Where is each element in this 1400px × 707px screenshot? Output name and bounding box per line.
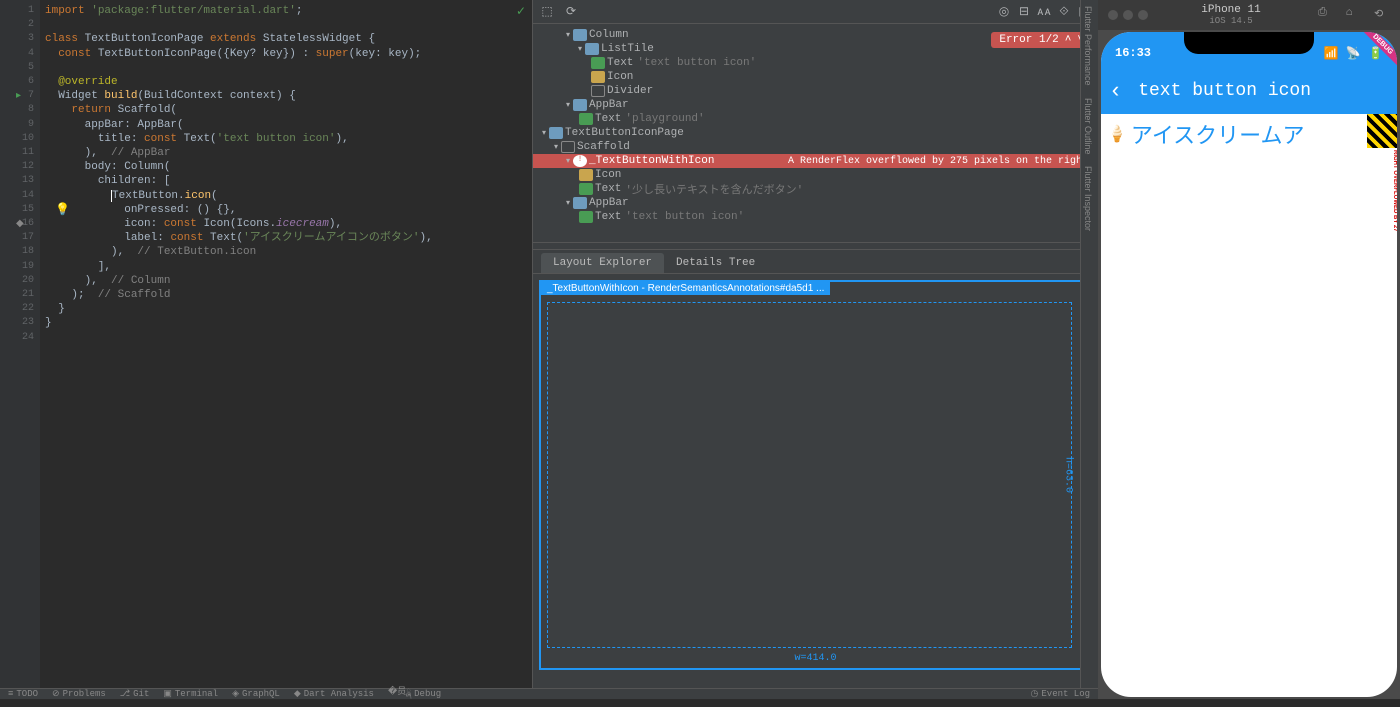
- error-icon: !: [573, 155, 587, 167]
- status-time: 16:33: [1115, 46, 1151, 60]
- code-area[interactable]: import 'package:flutter/material.dart'; …: [45, 4, 433, 331]
- icon-icon: [591, 71, 605, 83]
- tool-icon-3[interactable]: ᴀᴀ: [1036, 4, 1052, 20]
- tool-icon-2[interactable]: ⊟: [1016, 4, 1032, 20]
- tab-details-tree[interactable]: Details Tree: [664, 253, 767, 273]
- back-icon[interactable]: ‹: [1109, 79, 1122, 104]
- simulator-pane: iPhone 11 iOS 14.5 ⎙ ⌂ ⟲ 16:33 📶 📡 🔋 ‹ t…: [1098, 0, 1400, 699]
- app-body: 🍦 アイスクリームア RIGHT OVERFLOWED BY 27: [1101, 114, 1397, 674]
- widget-tree[interactable]: ▾Column ▾ListTile Text'text button icon'…: [533, 24, 1098, 242]
- chevron-down-icon[interactable]: ▾: [563, 30, 573, 40]
- bb-graphql[interactable]: ◈ GraphQL: [232, 689, 280, 699]
- debug-banner: [1347, 32, 1397, 82]
- bb-dart-analysis[interactable]: ◆ Dart Analysis: [294, 689, 374, 699]
- chevron-down-icon[interactable]: ▾: [539, 128, 549, 138]
- layout-explorer[interactable]: _TextButtonWithIcon - RenderSemanticsAnn…: [533, 274, 1098, 688]
- text-icon: [579, 183, 593, 195]
- text-icon: [579, 211, 593, 223]
- window-controls[interactable]: [1108, 10, 1148, 20]
- text-icon: [591, 57, 605, 69]
- icecream-icon: 🍦: [1107, 124, 1127, 144]
- right-tool-rail: Flutter Performance Flutter Outline Flut…: [1080, 0, 1098, 688]
- layout-height: h=63.0: [1062, 457, 1073, 493]
- bb-problems[interactable]: ⊘ Problems: [52, 689, 106, 699]
- rail-flutter-outline[interactable]: Flutter Outline: [1081, 92, 1095, 161]
- overflow-indicator: [1367, 114, 1397, 148]
- device-os: iOS 14.5: [1156, 16, 1306, 26]
- overflow-label: RIGHT OVERFLOWED BY 27: [1392, 150, 1397, 232]
- widget-icon: [573, 99, 587, 111]
- app-bar-title: text button icon: [1138, 81, 1311, 101]
- tool-icon-4[interactable]: ⟐: [1056, 4, 1072, 20]
- bb-git[interactable]: ⎇ Git: [120, 689, 150, 699]
- widget-icon: [549, 127, 563, 139]
- text-icon: [579, 113, 593, 125]
- rotate-icon[interactable]: ⟲: [1374, 7, 1390, 23]
- inspector-tabs: Layout Explorer Details Tree: [533, 250, 1098, 274]
- home-icon[interactable]: ⌂: [1346, 7, 1362, 23]
- inspector-toolbar: ⬚ ⟳ ◎ ⊟ ᴀᴀ ⟐ ▤: [533, 0, 1098, 24]
- bb-debug[interactable]: �员ྮ Debug: [388, 682, 441, 707]
- tree-scrollbar[interactable]: [533, 242, 1098, 250]
- chevron-down-icon[interactable]: ▾: [575, 44, 585, 54]
- divider-icon: [591, 85, 605, 97]
- analysis-ok-icon: ✓: [516, 4, 526, 19]
- bb-todo[interactable]: ≡ TODO: [8, 689, 38, 699]
- inspector-pane: ⬚ ⟳ ◎ ⊟ ᴀᴀ ⟐ ▤ Error 1/2˄˅ ▾Column ▾List…: [532, 0, 1098, 688]
- gutter-marker-icon: ◆: [16, 218, 24, 230]
- phone-notch: [1184, 32, 1314, 54]
- widget-icon: [585, 43, 599, 55]
- layout-title: _TextButtonWithIcon - RenderSemanticsAnn…: [541, 282, 830, 295]
- icon-icon: [579, 169, 593, 181]
- layout-box: [547, 302, 1072, 648]
- select-widget-icon[interactable]: ⬚: [539, 4, 555, 20]
- widget-icon: [573, 29, 587, 41]
- tab-layout-explorer[interactable]: Layout Explorer: [541, 253, 664, 273]
- chevron-down-icon[interactable]: ▾: [563, 198, 573, 208]
- phone-frame: 16:33 📶 📡 🔋 ‹ text button icon 🍦 アイスクリーム…: [1101, 32, 1397, 697]
- ide-bottom-bar: ≡ TODO ⊘ Problems ⎇ Git ▣ Terminal ◈ Gra…: [0, 688, 1098, 699]
- scaffold-icon: [561, 141, 575, 153]
- rail-flutter-performance[interactable]: Flutter Performance: [1081, 0, 1095, 92]
- tree-error-row[interactable]: ▾!_TextButtonWithIconA RenderFlex overfl…: [533, 154, 1098, 168]
- chevron-down-icon[interactable]: ▾: [563, 100, 573, 110]
- text-button-icon[interactable]: 🍦 アイスクリームア: [1101, 114, 1397, 154]
- widget-icon: [573, 197, 587, 209]
- refresh-icon[interactable]: ⟳: [563, 4, 579, 20]
- rail-flutter-inspector[interactable]: Flutter Inspector: [1081, 160, 1095, 237]
- bb-terminal[interactable]: ▣ Terminal: [163, 689, 218, 699]
- run-gutter-icon[interactable]: ▸: [16, 90, 21, 102]
- button-label: アイスクリームア: [1131, 118, 1305, 150]
- line-gutter: 123456789101112131415161718192021222324: [0, 0, 40, 688]
- device-name: iPhone 11: [1156, 4, 1306, 16]
- chevron-down-icon[interactable]: ▾: [551, 142, 561, 152]
- layout-width: w=414.0: [794, 653, 836, 664]
- tool-icon-1[interactable]: ◎: [996, 4, 1012, 20]
- screenshot-icon[interactable]: ⎙: [1318, 7, 1334, 23]
- code-editor-pane: 123456789101112131415161718192021222324 …: [0, 0, 532, 688]
- bb-event-log[interactable]: ◷ Event Log: [1031, 689, 1090, 699]
- simulator-titlebar: iPhone 11 iOS 14.5 ⎙ ⌂ ⟲: [1098, 0, 1400, 30]
